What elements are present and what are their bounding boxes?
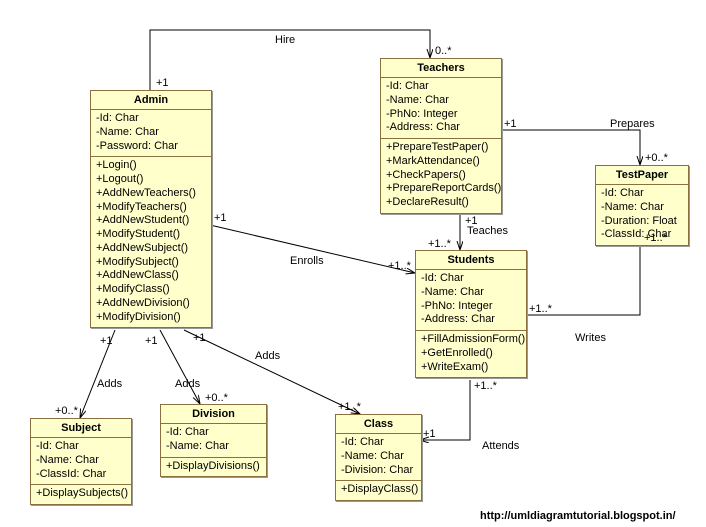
label-attends: Attends — [482, 440, 519, 452]
class-division-ops: +DisplayDivisions() — [161, 458, 266, 477]
mult-adds-subject-end: +0..* — [55, 405, 78, 417]
mult-enrolls-students: +1..* — [388, 260, 411, 272]
class-subject: Subject -Id: Char -Name: Char -ClassId: … — [30, 418, 132, 505]
label-adds-subject: Adds — [97, 378, 122, 390]
mult-adds-subject-admin: +1 — [100, 335, 113, 347]
class-admin-attrs: -Id: Char -Name: Char -Password: Char — [91, 110, 211, 157]
attribution-link: http://umldiagramtutorial.blogspot.in/ — [480, 510, 676, 522]
label-adds-class: Adds — [255, 350, 280, 362]
mult-adds-class-end: +1..* — [338, 401, 361, 413]
mult-attends-students: +1..* — [474, 380, 497, 392]
mult-writes-testpaper: +1..* — [644, 232, 667, 244]
class-teachers-ops: +PrepareTestPaper() +MarkAttendance() +C… — [381, 139, 501, 213]
class-admin: Admin -Id: Char -Name: Char -Password: C… — [90, 90, 212, 328]
label-hire: Hire — [275, 34, 295, 46]
class-subject-attrs: -Id: Char -Name: Char -ClassId: Char — [31, 438, 131, 485]
class-division: Division -Id: Char -Name: Char +DisplayD… — [160, 404, 267, 477]
class-admin-title: Admin — [91, 91, 211, 110]
class-testpaper-title: TestPaper — [596, 166, 688, 185]
class-class-title: Class — [336, 415, 421, 434]
label-prepares: Prepares — [610, 118, 655, 130]
mult-adds-class-admin: +1 — [193, 332, 206, 344]
mult-prepares-testpaper: +0..* — [645, 152, 668, 164]
label-writes: Writes — [575, 332, 606, 344]
class-subject-title: Subject — [31, 419, 131, 438]
mult-adds-division-admin: +1 — [145, 335, 158, 347]
mult-enrolls-admin: +1 — [214, 212, 227, 224]
mult-adds-division-end: +0..* — [205, 392, 228, 404]
mult-teaches-students: +1..* — [428, 238, 451, 250]
class-admin-ops: +Login() +Logout() +AddNewTeachers() +Mo… — [91, 157, 211, 327]
class-teachers-attrs: -Id: Char -Name: Char -PhNo: Integer -Ad… — [381, 78, 501, 139]
label-enrolls: Enrolls — [290, 255, 324, 267]
class-students: Students -Id: Char -Name: Char -PhNo: In… — [415, 250, 527, 378]
class-teachers-title: Teachers — [381, 59, 501, 78]
mult-attends-class: +1 — [423, 428, 436, 440]
class-students-title: Students — [416, 251, 526, 270]
class-testpaper: TestPaper -Id: Char -Name: Char -Duratio… — [595, 165, 689, 246]
class-division-title: Division — [161, 405, 266, 424]
class-students-ops: +FillAdmissionForm() +GetEnrolled() +Wri… — [416, 331, 526, 377]
class-testpaper-attrs: -Id: Char -Name: Char -Duration: Float -… — [596, 185, 688, 245]
mult-hire-admin: +1 — [156, 77, 169, 89]
class-class-attrs: -Id: Char -Name: Char -Division: Char — [336, 434, 421, 481]
class-class: Class -Id: Char -Name: Char -Division: C… — [335, 414, 422, 501]
mult-teaches-teachers: +1 — [465, 215, 478, 227]
label-adds-division: Adds — [175, 378, 200, 390]
mult-writes-students: +1..* — [529, 303, 552, 315]
mult-hire-teachers: 0..* — [435, 45, 452, 57]
mult-prepares-teachers: +1 — [504, 118, 517, 130]
class-teachers: Teachers -Id: Char -Name: Char -PhNo: In… — [380, 58, 502, 214]
class-students-attrs: -Id: Char -Name: Char -PhNo: Integer -Ad… — [416, 270, 526, 331]
class-division-attrs: -Id: Char -Name: Char — [161, 424, 266, 458]
class-subject-ops: +DisplaySubjects() — [31, 485, 131, 504]
class-class-ops: +DisplayClass() — [336, 481, 421, 500]
